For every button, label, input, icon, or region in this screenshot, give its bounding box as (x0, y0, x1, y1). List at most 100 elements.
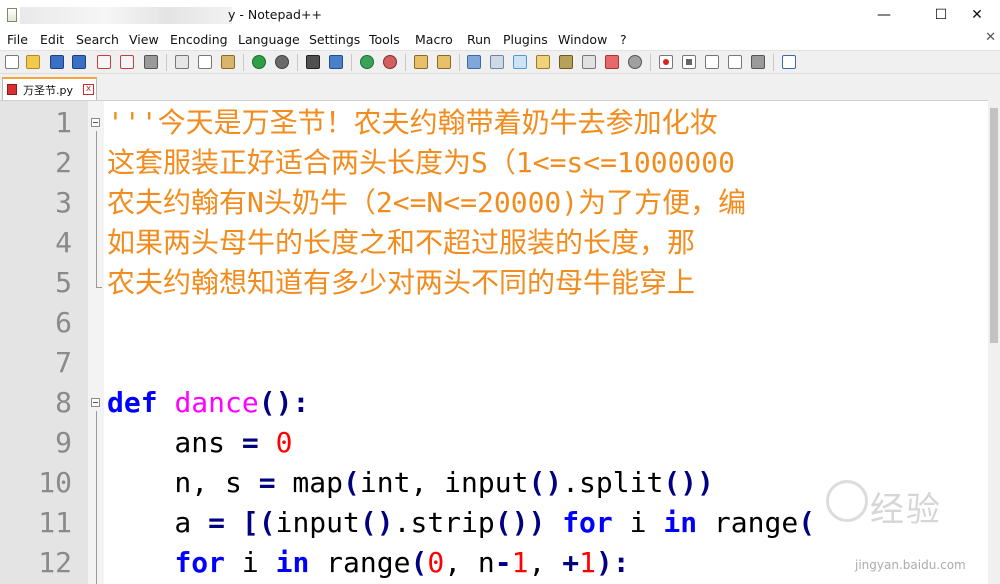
folder-workspace-icon[interactable] (605, 55, 619, 69)
close-icon[interactable] (97, 55, 111, 69)
code-line[interactable]: '''今天是万圣节！农夫约翰带着奶牛去参加化妆 (107, 103, 718, 143)
code-line[interactable]: 农夫约翰有N头奶牛（2<=N<=20000)为了方便，编 (107, 183, 746, 223)
code-line[interactable]: 如果两头母牛的长度之和不超过服装的长度，那 (107, 223, 695, 263)
line-number: 10 (38, 466, 72, 499)
menu-run[interactable]: Run (467, 32, 491, 47)
menu-window[interactable]: Window (558, 32, 607, 47)
operator-token: - (494, 546, 512, 579)
sync-horizontal-icon[interactable] (437, 55, 451, 69)
tab-file[interactable]: 万圣节.py x (2, 77, 97, 100)
editor-area[interactable]: 1 '''今天是万圣节！农夫约翰带着奶牛去参加化妆 2 这套服装正好适合两头长度为S（… (0, 100, 1000, 584)
code-line[interactable]: a = [(input().strip()) for i in range( (107, 503, 815, 543)
stop-square-icon (686, 59, 692, 65)
code-token: n, s (107, 466, 259, 499)
redo-icon[interactable] (275, 55, 289, 69)
menu-language[interactable]: Language (238, 32, 300, 47)
keyword-token: in (275, 546, 310, 579)
code-line[interactable]: 这套服装正好适合两头长度为S（1<=s<=1000000 (107, 143, 735, 183)
operator-token: (): (258, 386, 310, 419)
close-document-icon[interactable]: ✕ (985, 30, 996, 45)
toolbar-separator (243, 54, 244, 71)
new-file-icon[interactable] (5, 55, 19, 69)
menu-bar: File Edit Search View Encoding Language … (0, 30, 1000, 49)
fold-line (96, 131, 97, 287)
menu-file[interactable]: File (7, 32, 28, 47)
code-token: input (275, 506, 360, 539)
keyword-token: for (562, 506, 613, 539)
run-macro-multiple-icon[interactable] (728, 55, 742, 69)
line-number: 12 (38, 546, 72, 579)
toolbar-separator (650, 54, 651, 71)
number-token: 0 (427, 546, 445, 579)
open-file-icon[interactable] (26, 55, 40, 69)
sync-vertical-icon[interactable] (414, 55, 428, 69)
menu-macro[interactable]: Macro (415, 32, 453, 47)
code-line[interactable]: 农夫约翰想知道有多少对两头不同的母牛能穿上 (107, 263, 695, 303)
vertical-scrollbar[interactable] (988, 100, 1000, 584)
blurred-file-path (20, 7, 232, 24)
launch-icon[interactable] (782, 55, 796, 69)
find-icon[interactable] (306, 55, 320, 69)
close-all-icon[interactable] (120, 55, 134, 69)
line-number: 5 (55, 266, 72, 299)
user-language-icon[interactable] (536, 55, 550, 69)
scrollbar-thumb[interactable] (990, 108, 998, 343)
code-token: , (528, 546, 563, 579)
save-icon[interactable] (50, 55, 64, 69)
toolbar (0, 50, 1000, 74)
title-bar: y - Notepad++ — ☐ ✕ (0, 0, 1000, 30)
copy-icon[interactable] (198, 55, 212, 69)
operator-token: = (208, 506, 226, 539)
word-wrap-icon[interactable] (467, 55, 481, 69)
operator-token: ()) (663, 466, 714, 499)
function-list-icon[interactable] (582, 55, 596, 69)
line-number: 3 (55, 186, 72, 219)
menu-view[interactable]: View (129, 32, 159, 47)
paste-icon[interactable] (221, 55, 235, 69)
line-number: 11 (38, 506, 72, 539)
cut-icon[interactable] (175, 55, 189, 69)
minimize-button[interactable]: — (861, 0, 907, 30)
fold-collapse-icon[interactable] (91, 118, 100, 127)
line-number: 9 (55, 426, 72, 459)
undo-icon[interactable] (252, 55, 266, 69)
docstring-token: 这套服装正好适合两头长度为S（1<=s<=1000000 (107, 146, 736, 179)
code-line[interactable]: for i in range(0, n-1, +1): (107, 543, 629, 583)
play-macro-icon[interactable] (705, 55, 719, 69)
code-line[interactable]: def dance(): (107, 383, 309, 423)
line-number: 4 (55, 226, 72, 259)
line-number: 2 (55, 146, 72, 179)
fold-collapse-icon[interactable] (91, 398, 100, 407)
stop-macro-icon[interactable] (682, 55, 696, 69)
monitor-icon[interactable] (628, 55, 642, 69)
doc-map-icon[interactable] (559, 55, 573, 69)
docstring-token: 如果两头母牛的长度之和不超过服装的长度，那 (107, 226, 696, 259)
code-line[interactable]: n, s = map(int, input().split()) (107, 463, 714, 503)
menu-edit[interactable]: Edit (40, 32, 64, 47)
save-macro-icon[interactable] (751, 55, 765, 69)
code-line[interactable]: ans = 0 (107, 423, 292, 463)
tab-close-icon[interactable]: x (83, 84, 94, 95)
print-icon[interactable] (144, 55, 158, 69)
menu-help[interactable]: ? (620, 32, 627, 47)
close-window-button[interactable]: ✕ (954, 0, 1000, 30)
keyword-token: in (663, 506, 698, 539)
menu-tools[interactable]: Tools (369, 32, 400, 47)
menu-encoding[interactable]: Encoding (170, 32, 228, 47)
zoom-in-icon[interactable] (360, 55, 374, 69)
menu-plugins[interactable]: Plugins (503, 32, 548, 47)
indent-guide-icon[interactable] (513, 55, 527, 69)
save-all-icon[interactable] (72, 55, 86, 69)
toolbar-separator (351, 54, 352, 71)
menu-settings[interactable]: Settings (309, 32, 360, 47)
code-token: i (612, 506, 664, 539)
show-all-chars-icon[interactable] (490, 55, 504, 69)
zoom-out-icon[interactable] (383, 55, 397, 69)
record-macro-icon[interactable] (659, 55, 673, 69)
docstring-token: '''今天是万圣节！农夫约翰带着奶牛去参加化妆 (107, 106, 718, 139)
menu-search[interactable]: Search (76, 32, 119, 47)
replace-icon[interactable] (329, 55, 343, 69)
